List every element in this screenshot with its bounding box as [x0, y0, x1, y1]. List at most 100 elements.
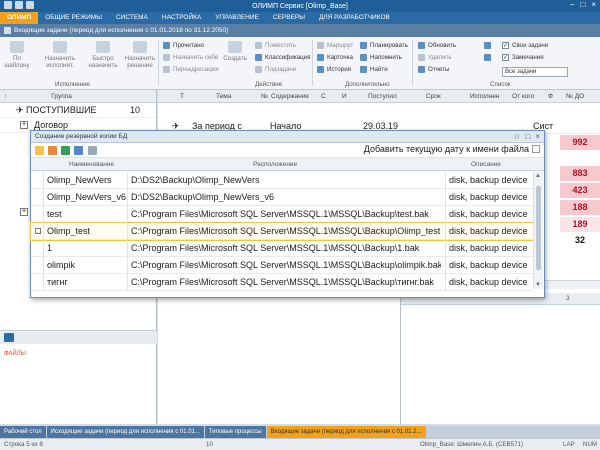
close-icon[interactable]: ×: [591, 0, 596, 9]
checkbox-icon: ✓: [502, 54, 509, 61]
classify-button[interactable]: Классификация: [255, 54, 310, 61]
col-theme[interactable]: Тема: [216, 93, 231, 100]
col-f[interactable]: Ф: [548, 93, 553, 100]
add-date-option[interactable]: Добавить текущую дату к имени файла: [364, 144, 540, 154]
refresh-button[interactable]: Обновить: [418, 42, 456, 49]
col-i[interactable]: И: [342, 93, 347, 100]
table-row[interactable]: Olimp_NewVers_v6 D:\DS2\Backup\Olimp_New…: [31, 189, 533, 206]
status-lang: LAP: [563, 441, 575, 448]
readdress-button[interactable]: Переадресация: [163, 66, 219, 73]
table-row[interactable]: test C:\Program Files\Microsoft SQL Serv…: [31, 206, 533, 223]
do-number-badge: 32: [560, 233, 600, 248]
menu-servers[interactable]: СЕРВЕРЫ: [266, 12, 312, 24]
col-c[interactable]: С: [321, 93, 326, 100]
cell-location: C:\Program Files\Microsoft SQL Server\MS…: [131, 260, 441, 270]
group-action: Действие: [255, 81, 283, 88]
assign-self-button[interactable]: Назначить себе: [163, 54, 218, 61]
delete-button[interactable]: Удалить: [418, 54, 452, 61]
col-deadline[interactable]: Срок: [426, 93, 441, 100]
by-template-label: По шаблону: [4, 55, 30, 69]
create-button[interactable]: Создать: [223, 41, 247, 62]
route-button[interactable]: Маршрут: [317, 42, 353, 49]
quick-access[interactable]: [4, 1, 34, 9]
own-tasks-checkbox[interactable]: ✓ Свои задачи: [502, 42, 548, 49]
remind-button[interactable]: Напомнить: [360, 54, 402, 61]
assign-decision-button[interactable]: Назначить решение: [124, 41, 156, 69]
history-button[interactable]: История: [317, 66, 351, 73]
maximize-icon[interactable]: □: [525, 131, 530, 143]
wrench-button[interactable]: [484, 54, 491, 61]
reports-button[interactable]: Отчеты: [418, 66, 449, 73]
caption-text: Входящие задачи (период для исполнения с…: [14, 27, 229, 34]
add-date-checkbox[interactable]: [532, 145, 540, 153]
tab-incoming[interactable]: Входящие задачи (период для исполнения с…: [266, 426, 426, 438]
col-type[interactable]: Т: [180, 93, 184, 100]
menu-bar: ОЛИМП ОБЩИЕ РЕЖИМЫ СИСТЕМА НАСТРОЙКА УПР…: [0, 12, 600, 24]
assign-executor-button[interactable]: Назначить исполнит.: [42, 41, 78, 69]
airplane-tab-icon[interactable]: [4, 333, 14, 342]
cell-name: Olimp_NewVers_v6: [47, 192, 127, 202]
menu-settings[interactable]: НАСТРОЙКА: [155, 12, 208, 24]
tab-processes[interactable]: Типовые процессы: [204, 426, 266, 438]
col-from[interactable]: От кого: [512, 93, 534, 100]
scroll-down-icon[interactable]: ▼: [535, 282, 541, 288]
card-button[interactable]: Карточка: [317, 54, 353, 61]
col-received[interactable]: Поступил: [368, 93, 397, 100]
grid-divider: [43, 172, 44, 291]
cell-location: C:\Program Files\Microsoft SQL Server\MS…: [131, 209, 429, 219]
reminders-checkbox[interactable]: ✓ Замечания: [502, 54, 544, 61]
table-row[interactable]: 1 C:\Program Files\Microsoft SQL Server\…: [31, 240, 533, 257]
menu-olimp[interactable]: ОЛИМП: [0, 12, 39, 24]
find-button[interactable]: Найти: [360, 66, 388, 73]
pin-icon[interactable]: ↑: [4, 93, 7, 100]
by-template-button[interactable]: По шаблону: [4, 41, 30, 69]
vertical-scrollbar[interactable]: ▲ ▼: [533, 172, 543, 289]
col-content[interactable]: Содержание: [271, 93, 309, 100]
maximize-icon[interactable]: □: [580, 0, 585, 9]
plan-button[interactable]: Планировать: [360, 42, 408, 49]
group-count: 10: [130, 105, 141, 115]
scroll-thumb[interactable]: [536, 186, 541, 270]
move-button[interactable]: Поместить: [255, 42, 296, 49]
print-button[interactable]: [484, 42, 491, 49]
task-filter-select[interactable]: Все задачи: [502, 67, 568, 77]
table-row[interactable]: тигнг C:\Program Files\Microsoft SQL Ser…: [31, 274, 533, 291]
edit-icon[interactable]: [48, 146, 57, 155]
menu-system[interactable]: СИСТЕМА: [109, 12, 155, 24]
menu-general[interactable]: ОБЩИЕ РЕЖИМЫ: [38, 12, 109, 24]
read-button[interactable]: Прочитано: [163, 42, 204, 49]
files-tab[interactable]: ФАЙЛЫ: [4, 351, 26, 357]
expand-icon[interactable]: +: [20, 208, 28, 216]
col-name[interactable]: Наименование: [69, 161, 114, 168]
col-location[interactable]: Расположение: [253, 161, 297, 168]
copy-icon[interactable]: [74, 146, 83, 155]
minimize-icon[interactable]: –: [570, 0, 574, 9]
col-number[interactable]: №: [261, 93, 268, 100]
tab-desktop[interactable]: Рабочий стол: [0, 426, 46, 438]
menu-management[interactable]: УПРАВЛЕНИЕ: [208, 12, 266, 24]
col-description[interactable]: Описание: [471, 161, 501, 168]
table-row-selected[interactable]: Olimp_test C:\Program Files\Microsoft SQ…: [30, 222, 534, 241]
window-controls[interactable]: – □ ×: [570, 0, 596, 9]
expand-icon[interactable]: +: [20, 121, 28, 129]
info-icon[interactable]: ☆: [513, 131, 520, 143]
scroll-up-icon[interactable]: ▲: [535, 173, 541, 179]
table-row[interactable]: Olimp_NewVers D:\DS2\Backup\Olimp_NewVer…: [31, 172, 533, 189]
refresh-icon[interactable]: [61, 146, 70, 155]
subtasks-button[interactable]: Подзадачи: [255, 66, 296, 73]
quick-assign-button[interactable]: Быстро назначить: [88, 41, 118, 69]
detail-pane: 3: [400, 293, 600, 424]
table-row[interactable]: olimpik C:\Program Files\Microsoft SQL S…: [31, 257, 533, 274]
row-indicator-icon: [35, 228, 41, 234]
tab-outgoing[interactable]: Исходящие задачи (период для исполнения …: [46, 426, 204, 438]
bell-icon: [360, 54, 367, 61]
cell-name: 1: [47, 243, 53, 253]
col-executed[interactable]: Исполнен: [470, 93, 500, 100]
group-row-incoming[interactable]: ✈ ПОСТУПИВШИЕ 10: [0, 103, 156, 118]
close-icon[interactable]: ×: [535, 131, 540, 143]
move-icon: [255, 42, 262, 49]
new-icon[interactable]: [35, 146, 44, 155]
menu-developers[interactable]: ДЛЯ РАЗРАБОТЧИКОВ: [312, 12, 397, 24]
sort-icon[interactable]: [88, 146, 97, 155]
col-do-number[interactable]: № ДО: [566, 93, 584, 100]
